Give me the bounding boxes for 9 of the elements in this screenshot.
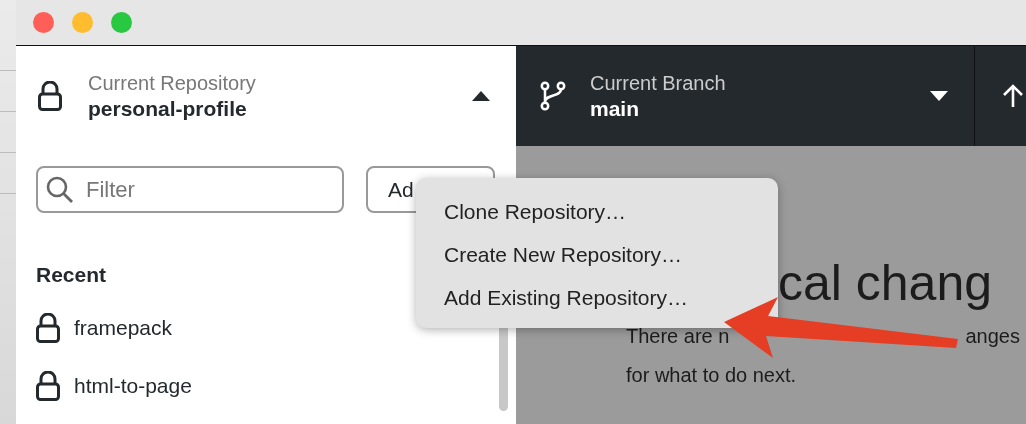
message-text: for what to do next. (626, 363, 797, 388)
section-heading: Recent (36, 263, 108, 287)
message-text: anges (965, 324, 1020, 349)
selector-label: Current Branch (590, 71, 727, 95)
message-text: There are n (626, 324, 730, 349)
repository-name: personal-profile (88, 96, 248, 121)
heading: cal chang (778, 254, 994, 313)
branch-name: main (590, 96, 640, 121)
selector-label: Current Repository (88, 71, 257, 95)
